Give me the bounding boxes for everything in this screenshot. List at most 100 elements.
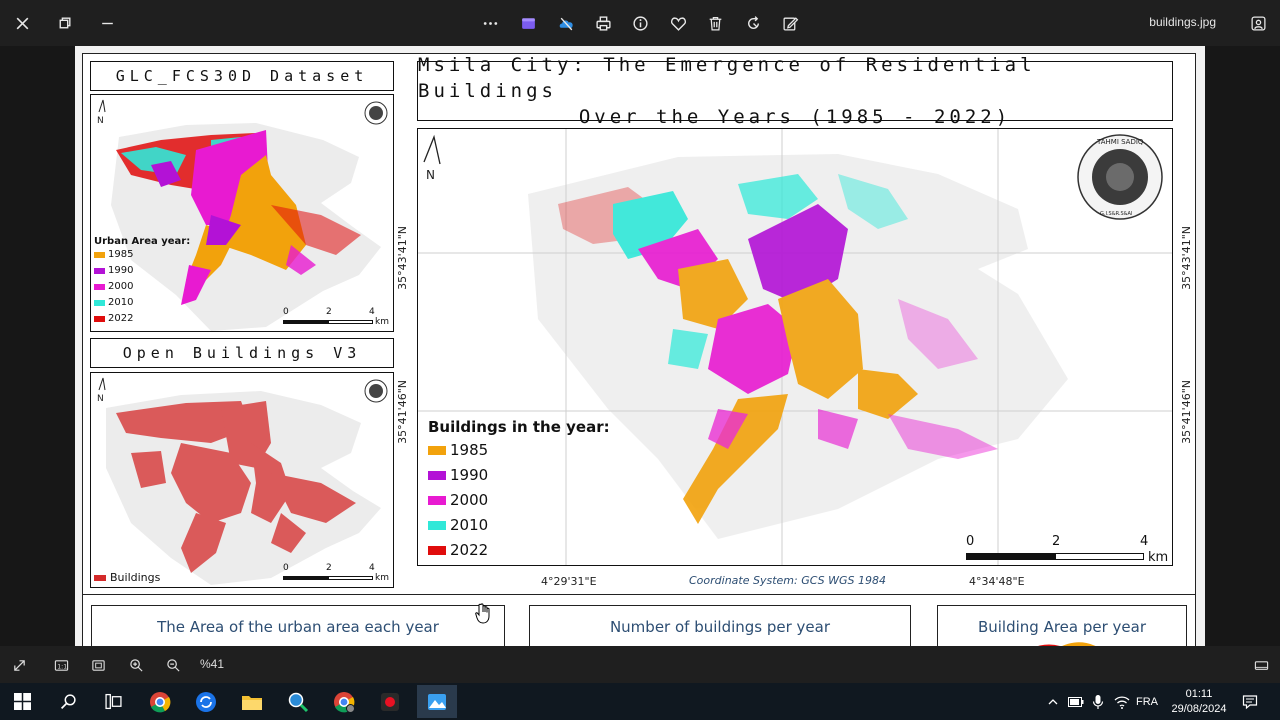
image-viewer[interactable]: GLC_FCS30D Dataset N Urban Area year: 19… (0, 46, 1280, 646)
scale-label: 4 (1140, 534, 1149, 549)
legend-label: 2000 (108, 281, 134, 292)
main-legend-1990: 1990 (428, 466, 610, 484)
legend-label: 1990 (108, 265, 134, 276)
scale-label: 2 (326, 307, 332, 317)
svg-text:N: N (97, 116, 104, 126)
legend-label: 1985 (450, 441, 489, 459)
edit-clipchamp-icon[interactable] (514, 9, 542, 37)
search-icon[interactable] (50, 685, 86, 718)
chart-buildings-count-title: Number of buildings per year (609, 618, 831, 636)
main-legend: Buildings in the year: 1985 1990 2000 20… (428, 418, 610, 559)
wifi-icon[interactable] (1111, 683, 1133, 720)
microphone-icon[interactable] (1088, 683, 1108, 720)
main-title-line1: Msila City: The Emergence of Residential… (418, 54, 1036, 102)
zoom-out-icon[interactable] (163, 655, 183, 675)
app-sync-icon[interactable] (188, 685, 224, 718)
main-title-line2: Over the Years (1985 - 2022) (578, 106, 1012, 128)
info-icon[interactable] (626, 9, 654, 37)
scale-label: 4 (369, 307, 375, 317)
actual-size-icon[interactable]: 1:1 (51, 655, 71, 675)
main-legend-title: Buildings in the year: (428, 418, 610, 436)
svg-text:N: N (97, 394, 104, 404)
svg-text:1:1: 1:1 (57, 663, 67, 670)
scale-unit: km (1148, 550, 1169, 565)
task-view-icon[interactable] (95, 685, 131, 718)
scale-label: 2 (1052, 534, 1061, 549)
print-icon[interactable] (589, 9, 617, 37)
legend-label: 2022 (108, 313, 134, 324)
fit-to-window-icon[interactable] (88, 655, 108, 675)
file-explorer-icon[interactable] (234, 685, 270, 718)
chrome-profile-icon[interactable] (326, 685, 362, 718)
filmstrip-icon[interactable] (1251, 655, 1271, 675)
favorite-icon[interactable] (664, 9, 692, 37)
inset1-title: GLC_FCS30D Dataset (90, 61, 394, 91)
inset1-legend: Urban Area year: 1985 1990 2000 2010 202… (94, 236, 190, 324)
notifications-icon[interactable] (1240, 683, 1260, 720)
title-bar: buildings.jpg (0, 0, 1280, 46)
photos-app-icon[interactable] (417, 685, 457, 718)
viewer-bottom-bar: 1:1 %41 (0, 646, 1280, 683)
battery-icon[interactable] (1066, 683, 1086, 720)
divider (83, 594, 1195, 595)
scale-label: 0 (283, 307, 289, 317)
minimize-icon[interactable] (93, 9, 121, 37)
zoom-level[interactable]: %41 (200, 657, 224, 671)
more-icon[interactable] (476, 9, 504, 37)
lat-label-right-bottom: 35°41'46"N (1180, 380, 1193, 444)
scale-label: 0 (283, 563, 289, 573)
close-icon[interactable] (8, 9, 36, 37)
restore-icon[interactable] (50, 9, 78, 37)
clock-date: 29/08/2024 (1171, 702, 1227, 715)
main-legend-1985: 1985 (428, 441, 610, 459)
windows-start-icon[interactable] (4, 685, 40, 718)
zoom-in-icon[interactable] (126, 655, 146, 675)
legend-label: 2010 (108, 297, 134, 308)
inset1-legend-2000: 2000 (94, 281, 190, 292)
rotate-icon[interactable] (739, 9, 767, 37)
inset2-title: Open Buildings V3 (90, 338, 394, 368)
map-layout: GLC_FCS30D Dataset N Urban Area year: 19… (82, 53, 1196, 646)
legend-label: 2010 (450, 516, 489, 534)
tray-overflow-icon[interactable] (1043, 683, 1063, 720)
legend-label: Buildings (110, 571, 161, 584)
onedrive-icon[interactable] (552, 9, 580, 37)
slideshow-icon[interactable] (1244, 9, 1272, 37)
scale-label: 4 (369, 563, 375, 573)
taskbar: FRA 01:11 29/08/2024 (0, 683, 1280, 720)
displayed-image[interactable]: GLC_FCS30D Dataset N Urban Area year: 19… (75, 46, 1205, 646)
file-name: buildings.jpg (1149, 15, 1216, 29)
inset1-legend-1990: 1990 (94, 265, 190, 276)
lat-label-left-bottom: 35°41'46"N (396, 380, 409, 444)
recorder-icon[interactable] (372, 685, 408, 718)
hand-cursor-icon (475, 603, 490, 624)
inset1-legend-2010: 2010 (94, 297, 190, 308)
search-app-icon[interactable] (280, 685, 316, 718)
inset1-legend-1985: 1985 (94, 249, 190, 260)
inset1-legend-2022: 2022 (94, 313, 190, 324)
clock-time: 01:11 (1185, 687, 1213, 700)
svg-text:N: N (426, 168, 435, 182)
main-legend-2000: 2000 (428, 491, 610, 509)
edit-icon[interactable] (776, 9, 804, 37)
lat-label-left-top: 35°43'41"N (396, 226, 409, 290)
inset1-legend-title: Urban Area year: (94, 236, 191, 247)
inset2-legend: Buildings (94, 571, 160, 584)
main-legend-2022: 2022 (428, 541, 610, 559)
scale-unit: km (375, 317, 389, 327)
inset2-map: N Buildings 0 2 4 km (90, 372, 394, 588)
legend-label: 1985 (108, 249, 134, 260)
lon-label-left: 4°29'31"E (541, 575, 597, 588)
chrome-icon[interactable] (142, 685, 178, 718)
crs-label: Coordinate System: GCS WGS 1984 (689, 574, 886, 587)
lon-label-right: 4°34'48"E (969, 575, 1025, 588)
fullscreen-icon[interactable] (9, 655, 29, 675)
delete-icon[interactable] (701, 9, 729, 37)
language-indicator[interactable]: FRA (1136, 683, 1158, 720)
badge-subtext: G.I.S&R.S&AI (1100, 211, 1132, 217)
clock[interactable]: 01:11 29/08/2024 (1168, 683, 1230, 720)
lat-label-right-top: 35°43'41"N (1180, 226, 1193, 290)
scale-unit: km (375, 573, 389, 583)
legend-label: 1990 (450, 466, 489, 484)
pie-chart-partial (1038, 642, 1096, 646)
